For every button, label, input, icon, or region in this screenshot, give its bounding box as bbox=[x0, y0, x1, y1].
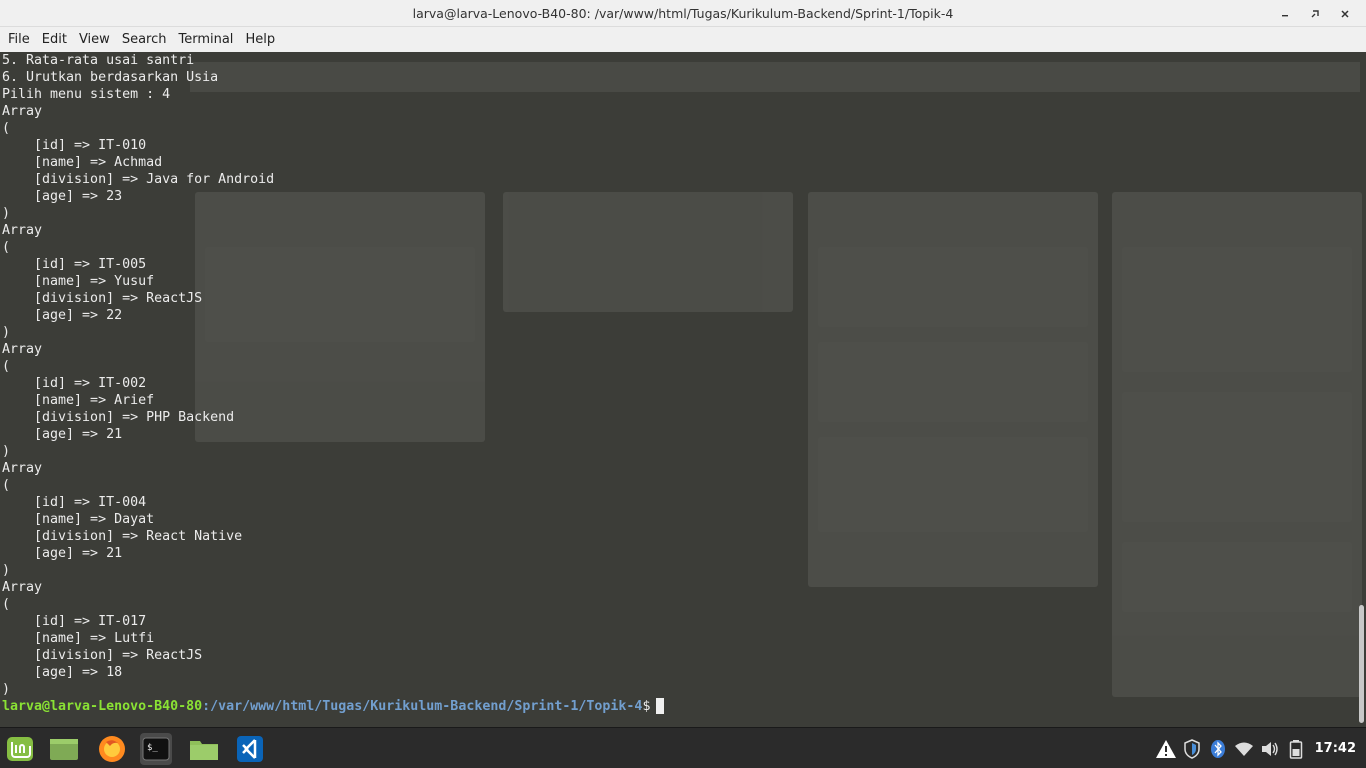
terminal-line: [division] => Java for Android bbox=[2, 172, 275, 187]
restore-icon bbox=[1311, 9, 1319, 17]
terminal-output[interactable]: 5. Rata-rata usai santri 6. Urutkan berda… bbox=[0, 52, 1366, 727]
terminal-line: [id] => IT-010 bbox=[2, 138, 147, 153]
terminal-line: [id] => IT-002 bbox=[2, 376, 147, 391]
terminal-line: [age] => 23 bbox=[2, 189, 123, 204]
terminal-line: [division] => ReactJS bbox=[2, 291, 203, 306]
terminal-line: ( bbox=[2, 240, 11, 255]
close-button[interactable] bbox=[1330, 3, 1360, 24]
terminal-line: [age] => 22 bbox=[2, 308, 123, 323]
menu-help[interactable]: Help bbox=[239, 32, 281, 47]
minimize-button[interactable] bbox=[1270, 3, 1300, 24]
prompt-symbol: $ bbox=[642, 699, 651, 714]
terminal-line: ( bbox=[2, 478, 11, 493]
wifi-icon[interactable] bbox=[1231, 728, 1257, 768]
shield-icon[interactable] bbox=[1179, 728, 1205, 768]
terminal-line: ) bbox=[2, 206, 11, 221]
terminal-line: ( bbox=[2, 121, 11, 136]
terminal-line: Pilih menu sistem : 4 bbox=[2, 87, 171, 102]
system-tray: 17:42 bbox=[1153, 728, 1366, 768]
terminal-line: [age] => 21 bbox=[2, 546, 123, 561]
terminal-line: ) bbox=[2, 682, 11, 697]
terminal-line: Array bbox=[2, 342, 43, 357]
close-icon bbox=[1341, 9, 1349, 18]
warning-icon[interactable] bbox=[1153, 728, 1179, 768]
show-desktop-icon[interactable] bbox=[48, 733, 80, 765]
terminal-line: [id] => IT-017 bbox=[2, 614, 147, 629]
volume-icon[interactable] bbox=[1257, 728, 1283, 768]
terminal-line: ( bbox=[2, 597, 11, 612]
menu-file[interactable]: File bbox=[2, 32, 36, 47]
terminal-line: ) bbox=[2, 563, 11, 578]
terminal-line: Array bbox=[2, 580, 43, 595]
vscode-icon[interactable] bbox=[234, 733, 266, 765]
title-bar: larva@larva-Lenovo-B40-80: /var/www/html… bbox=[0, 0, 1366, 27]
menu-view[interactable]: View bbox=[73, 32, 116, 47]
menu-bar: File Edit View Search Terminal Help bbox=[0, 27, 1366, 52]
battery-icon[interactable] bbox=[1283, 728, 1309, 768]
terminal-line: [name] => Arief bbox=[2, 393, 155, 408]
files-icon[interactable] bbox=[188, 733, 220, 765]
terminal-line: Array bbox=[2, 104, 43, 119]
text-cursor bbox=[656, 698, 665, 714]
bluetooth-icon[interactable] bbox=[1205, 728, 1231, 768]
maximize-button[interactable] bbox=[1300, 3, 1330, 24]
minimize-icon bbox=[1282, 14, 1288, 16]
menu-search[interactable]: Search bbox=[116, 32, 173, 47]
svg-text:$_: $_ bbox=[147, 743, 158, 753]
firefox-icon[interactable] bbox=[96, 733, 128, 765]
terminal-line: Array bbox=[2, 461, 43, 476]
menu-edit[interactable]: Edit bbox=[36, 32, 73, 47]
terminal-line: ) bbox=[2, 325, 11, 340]
clock[interactable]: 17:42 bbox=[1309, 741, 1366, 756]
taskbar: $_ 17:42 bbox=[0, 727, 1366, 768]
window-controls bbox=[1270, 3, 1360, 24]
mint-menu-icon[interactable] bbox=[4, 733, 36, 765]
terminal-line: [name] => Yusuf bbox=[2, 274, 155, 289]
terminal-line: [name] => Achmad bbox=[2, 155, 163, 170]
terminal-text: 5. Rata-rata usai santri 6. Urutkan berda… bbox=[2, 52, 665, 715]
menu-terminal[interactable]: Terminal bbox=[172, 32, 239, 47]
terminal-line: [id] => IT-005 bbox=[2, 257, 147, 272]
terminal-line: [division] => ReactJS bbox=[2, 648, 203, 663]
terminal-line: [age] => 18 bbox=[2, 665, 123, 680]
terminal-line: [age] => 21 bbox=[2, 427, 123, 442]
terminal-line: ( bbox=[2, 359, 11, 374]
terminal-line: 6. Urutkan berdasarkan Usia bbox=[2, 70, 219, 85]
terminal-line: [name] => Lutfi bbox=[2, 631, 155, 646]
terminal-line: [name] => Dayat bbox=[2, 512, 155, 527]
prompt-path: :/var/www/html/Tugas/Kurikulum-Backend/S… bbox=[202, 699, 643, 714]
terminal-icon[interactable]: $_ bbox=[140, 733, 172, 765]
terminal-line: [division] => React Native bbox=[2, 529, 243, 544]
terminal-line: 5. Rata-rata usai santri bbox=[2, 53, 195, 68]
terminal-line: ) bbox=[2, 444, 11, 459]
terminal-line: [division] => PHP Backend bbox=[2, 410, 235, 425]
terminal-line: Array bbox=[2, 223, 43, 238]
window-title: larva@larva-Lenovo-B40-80: /var/www/html… bbox=[412, 6, 954, 21]
prompt-user: larva@larva-Lenovo-B40-80 bbox=[2, 699, 203, 714]
terminal-scrollbar[interactable] bbox=[1359, 605, 1364, 723]
shell-prompt[interactable]: larva@larva-Lenovo-B40-80:/var/www/html/… bbox=[2, 698, 665, 715]
terminal-line: [id] => IT-004 bbox=[2, 495, 147, 510]
